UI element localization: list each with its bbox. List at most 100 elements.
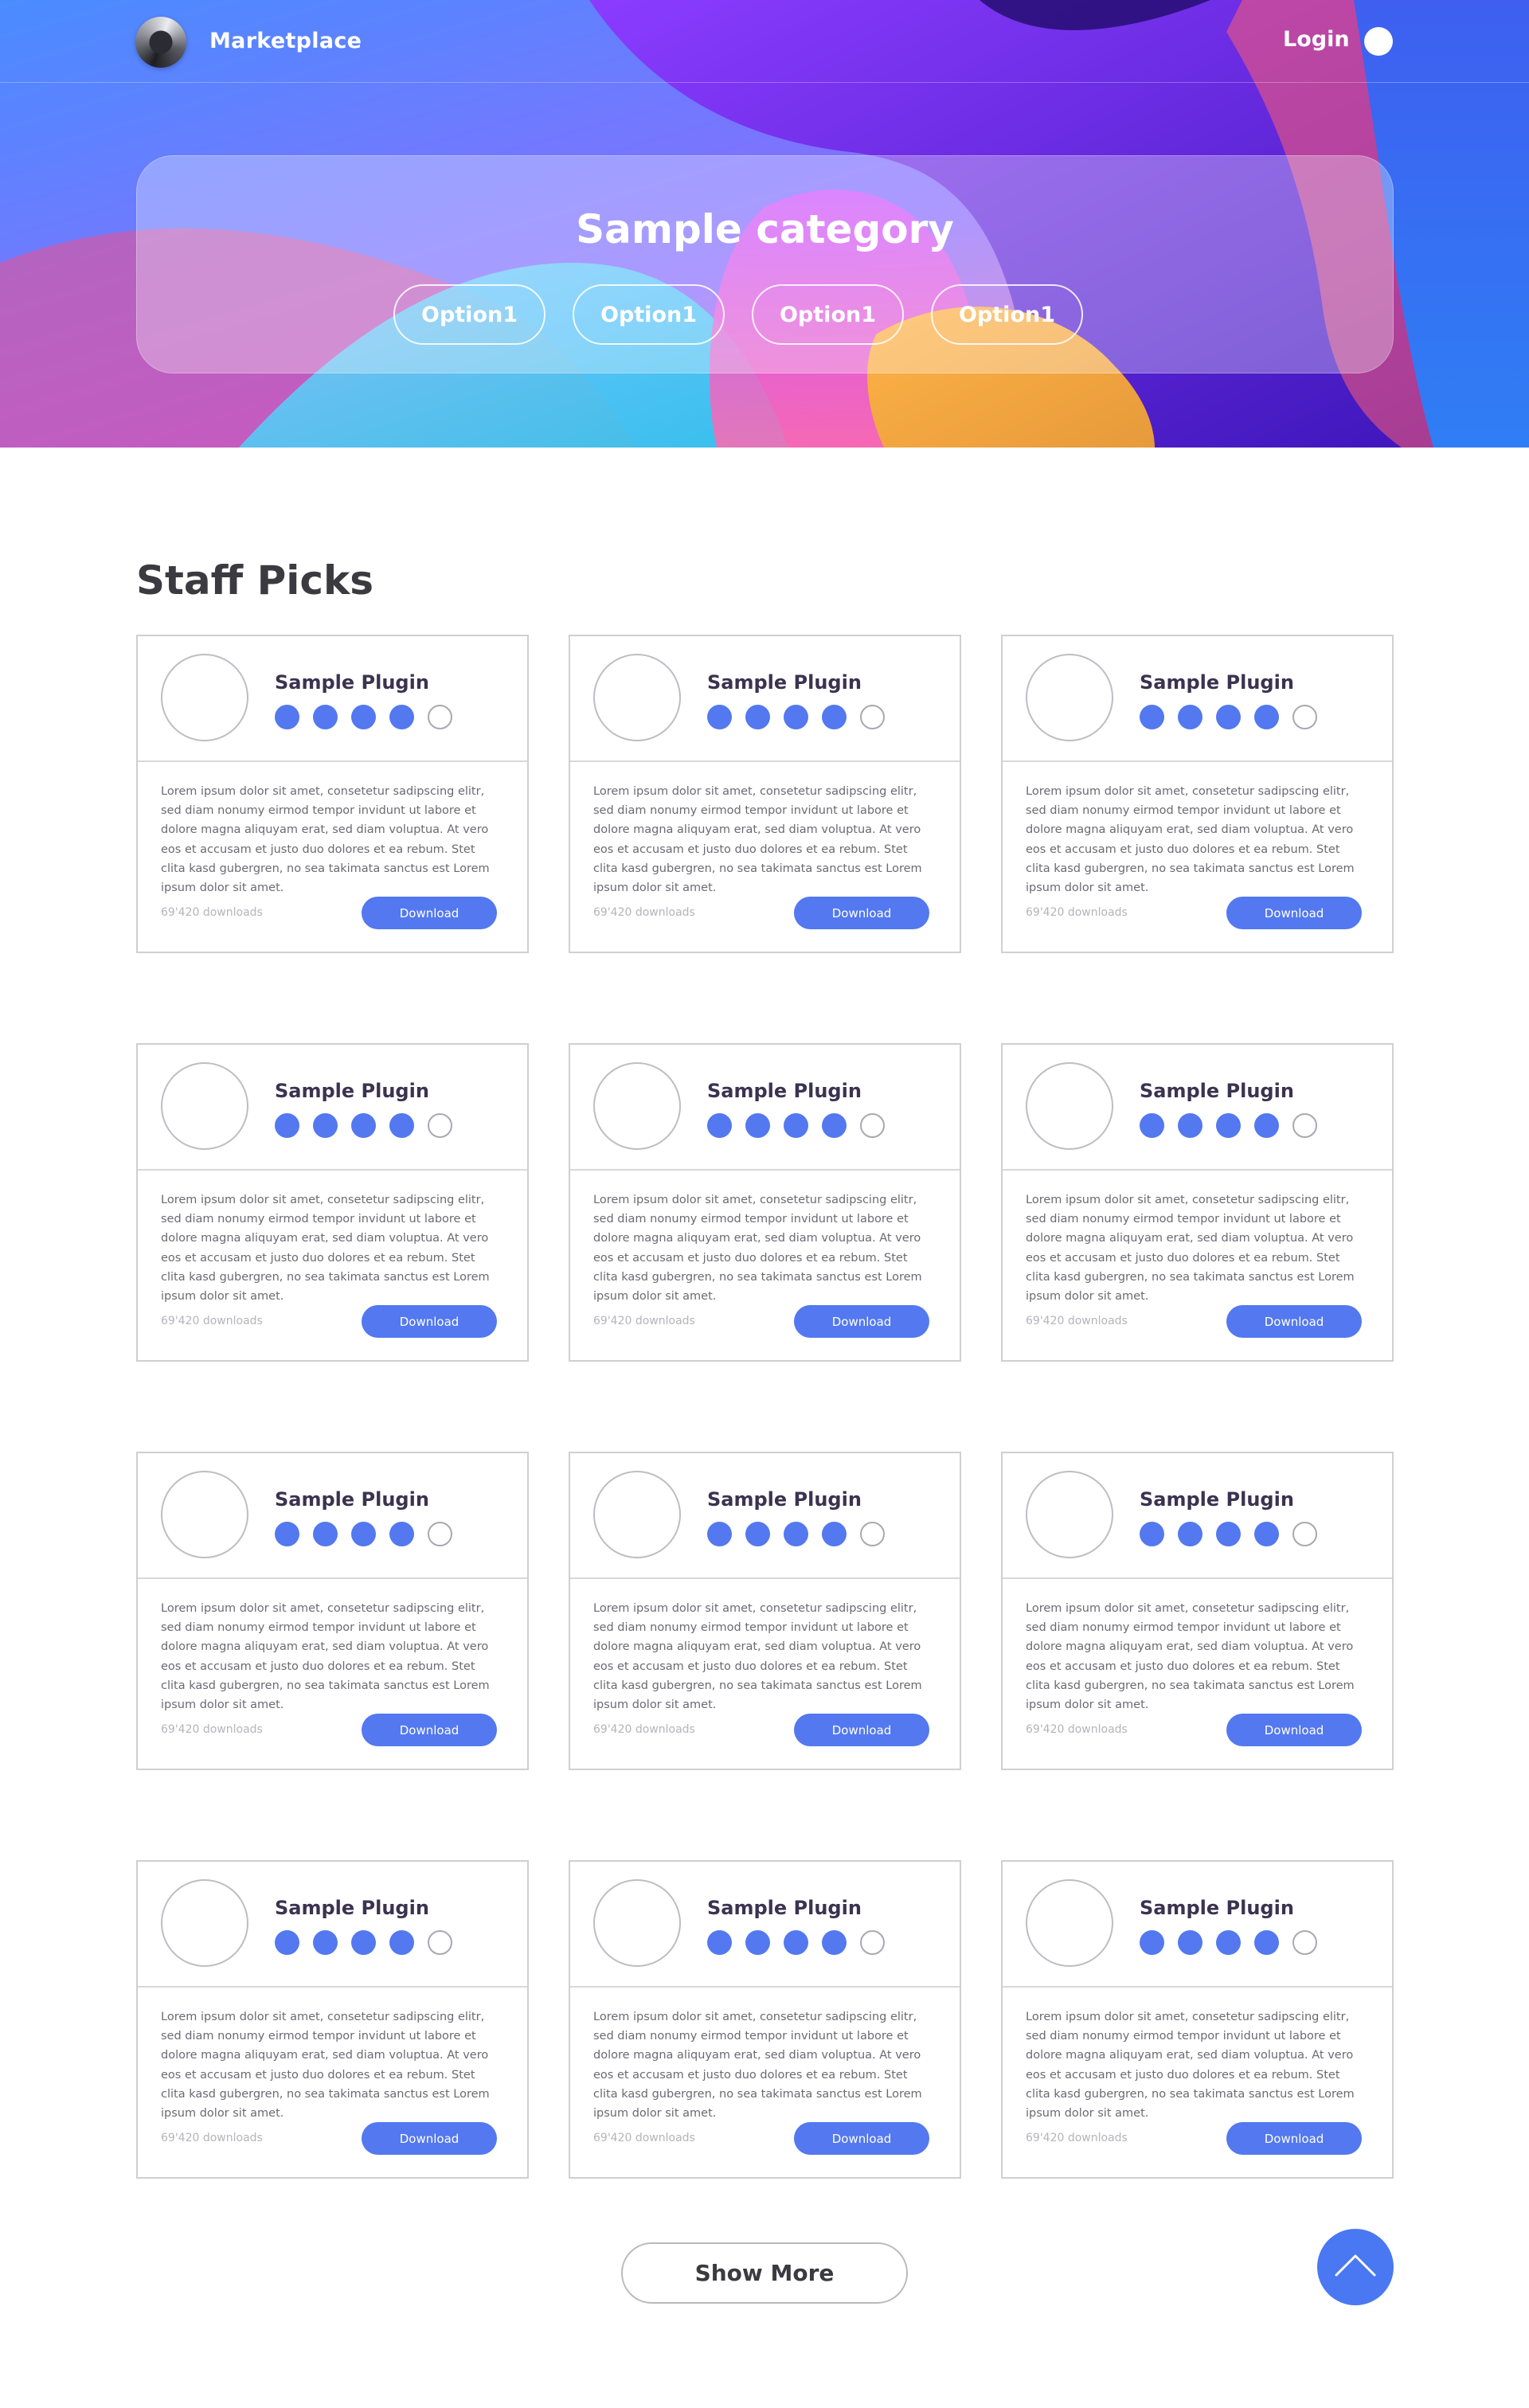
plugin-name[interactable]: Sample Plugin — [275, 671, 429, 694]
download-count: 69'420 downloads — [1026, 2132, 1128, 2144]
plugin-description: Lorem ipsum dolor sit amet, consetetur s… — [1026, 1194, 1355, 1304]
download-button[interactable]: Download — [362, 897, 497, 929]
rating-dot-filled-icon — [313, 1522, 338, 1546]
plugin-card: Sample Plugin Lorem ipsum dolor sit amet,… — [569, 1452, 961, 1770]
plugin-card: Sample Plugin Lorem ipsum dolor sit amet,… — [1001, 1452, 1394, 1770]
rating-dot-filled-icon — [1216, 1930, 1241, 1955]
rating-dot-filled-icon — [1140, 1113, 1164, 1138]
plugin-name[interactable]: Sample Plugin — [1140, 1080, 1294, 1102]
download-button[interactable]: Download — [794, 1714, 929, 1746]
rating-dot-filled-icon — [784, 705, 808, 729]
plugin-name[interactable]: Sample Plugin — [275, 1488, 429, 1511]
rating-dot-filled-icon — [707, 1930, 732, 1955]
plugin-icon[interactable] — [161, 1471, 248, 1558]
download-count: 69'420 downloads — [593, 906, 695, 919]
download-button[interactable]: Download — [1226, 1714, 1362, 1746]
download-count: 69'420 downloads — [1026, 1315, 1128, 1327]
plugin-card-header: Sample Plugin — [1003, 1862, 1392, 1988]
plugin-name[interactable]: Sample Plugin — [707, 1897, 862, 1919]
plugin-icon[interactable] — [593, 1062, 681, 1150]
rating-dot-filled-icon — [1216, 705, 1241, 729]
plugin-name[interactable]: Sample Plugin — [707, 671, 862, 694]
plugin-description: Lorem ipsum dolor sit amet, consetetur s… — [1026, 785, 1355, 895]
plugin-icon[interactable] — [1026, 654, 1113, 741]
rating-dot-empty-icon — [860, 1522, 885, 1546]
option-button-3[interactable]: Option1 — [752, 284, 904, 345]
login-link[interactable]: Login — [1283, 27, 1350, 52]
plugin-card: Sample Plugin Lorem ipsum dolor sit amet,… — [569, 1043, 961, 1362]
plugin-name[interactable]: Sample Plugin — [707, 1488, 862, 1511]
download-button[interactable]: Download — [794, 2122, 929, 2155]
rating-dot-filled-icon — [389, 705, 414, 729]
download-button[interactable]: Download — [362, 2122, 497, 2155]
plugin-description: Lorem ipsum dolor sit amet, consetetur s… — [161, 1602, 490, 1712]
plugin-name[interactable]: Sample Plugin — [707, 1080, 862, 1102]
plugin-icon[interactable] — [593, 1471, 681, 1558]
brand-name[interactable]: Marketplace — [209, 29, 362, 53]
category-title: Sample category — [576, 206, 954, 252]
download-count: 69'420 downloads — [593, 1723, 695, 1736]
rating-dots — [707, 705, 885, 729]
user-avatar-icon[interactable] — [1364, 27, 1393, 56]
rating-dot-filled-icon — [745, 1522, 770, 1546]
plugin-name[interactable]: Sample Plugin — [275, 1897, 429, 1919]
plugin-icon[interactable] — [161, 1062, 248, 1150]
scroll-to-top-button[interactable] — [1317, 2229, 1394, 2305]
download-button[interactable]: Download — [1226, 1305, 1362, 1338]
rating-dot-filled-icon — [275, 705, 299, 729]
plugin-card-header: Sample Plugin — [1003, 636, 1392, 762]
show-more-button[interactable]: Show More — [621, 2242, 908, 2304]
download-count: 69'420 downloads — [161, 1723, 263, 1736]
hero-banner: Marketplace Login Sample category Option… — [0, 0, 1529, 448]
download-button[interactable]: Download — [1226, 897, 1362, 929]
plugin-name[interactable]: Sample Plugin — [275, 1080, 429, 1102]
plugin-icon[interactable] — [593, 654, 681, 741]
rating-dot-filled-icon — [1254, 705, 1279, 729]
plugin-icon[interactable] — [1026, 1471, 1113, 1558]
plugin-icon[interactable] — [1026, 1879, 1113, 1967]
plugin-icon[interactable] — [593, 1879, 681, 1967]
option-button-2[interactable]: Option1 — [573, 284, 725, 345]
download-button[interactable]: Download — [794, 897, 929, 929]
plugin-name[interactable]: Sample Plugin — [1140, 1488, 1294, 1511]
rating-dot-filled-icon — [1216, 1522, 1241, 1546]
rating-dot-filled-icon — [351, 1522, 376, 1546]
plugin-icon[interactable] — [161, 1879, 248, 1967]
plugin-icon[interactable] — [161, 654, 248, 741]
rating-dot-filled-icon — [351, 1930, 376, 1955]
plugin-card-header: Sample Plugin — [570, 636, 960, 762]
plugin-description: Lorem ipsum dolor sit amet, consetetur s… — [593, 1194, 922, 1304]
download-button[interactable]: Download — [362, 1305, 497, 1338]
option-button-4[interactable]: Option1 — [931, 284, 1083, 345]
rating-dots — [1140, 1522, 1317, 1546]
logo-icon[interactable] — [135, 17, 186, 68]
rating-dot-filled-icon — [822, 1930, 847, 1955]
download-button[interactable]: Download — [794, 1305, 929, 1338]
option-button-1[interactable]: Option1 — [393, 284, 546, 345]
rating-dot-filled-icon — [1178, 1522, 1202, 1546]
plugin-card-header: Sample Plugin — [1003, 1045, 1392, 1171]
download-count: 69'420 downloads — [161, 1315, 263, 1327]
download-button[interactable]: Download — [1226, 2122, 1362, 2155]
category-panel: Sample category Option1 Option1 Option1 … — [136, 155, 1394, 373]
rating-dot-empty-icon — [1292, 1113, 1317, 1138]
rating-dot-filled-icon — [275, 1113, 299, 1138]
plugin-card-header: Sample Plugin — [570, 1862, 960, 1988]
plugin-card-header: Sample Plugin — [1003, 1453, 1392, 1579]
rating-dot-filled-icon — [745, 1113, 770, 1138]
plugin-name[interactable]: Sample Plugin — [1140, 1897, 1294, 1919]
rating-dot-filled-icon — [707, 705, 732, 729]
rating-dots — [1140, 705, 1317, 729]
rating-dot-filled-icon — [313, 1930, 338, 1955]
category-options: Option1 Option1 Option1 Option1 — [393, 284, 1083, 345]
plugin-card: Sample Plugin Lorem ipsum dolor sit amet,… — [1001, 635, 1394, 953]
chevron-up-icon — [1335, 2254, 1376, 2277]
download-count: 69'420 downloads — [1026, 1723, 1128, 1736]
rating-dot-filled-icon — [784, 1930, 808, 1955]
rating-dot-filled-icon — [313, 705, 338, 729]
plugin-name[interactable]: Sample Plugin — [1140, 671, 1294, 694]
plugin-icon[interactable] — [1026, 1062, 1113, 1150]
rating-dots — [275, 705, 452, 729]
plugin-description: Lorem ipsum dolor sit amet, consetetur s… — [593, 1602, 922, 1712]
download-button[interactable]: Download — [362, 1714, 497, 1746]
